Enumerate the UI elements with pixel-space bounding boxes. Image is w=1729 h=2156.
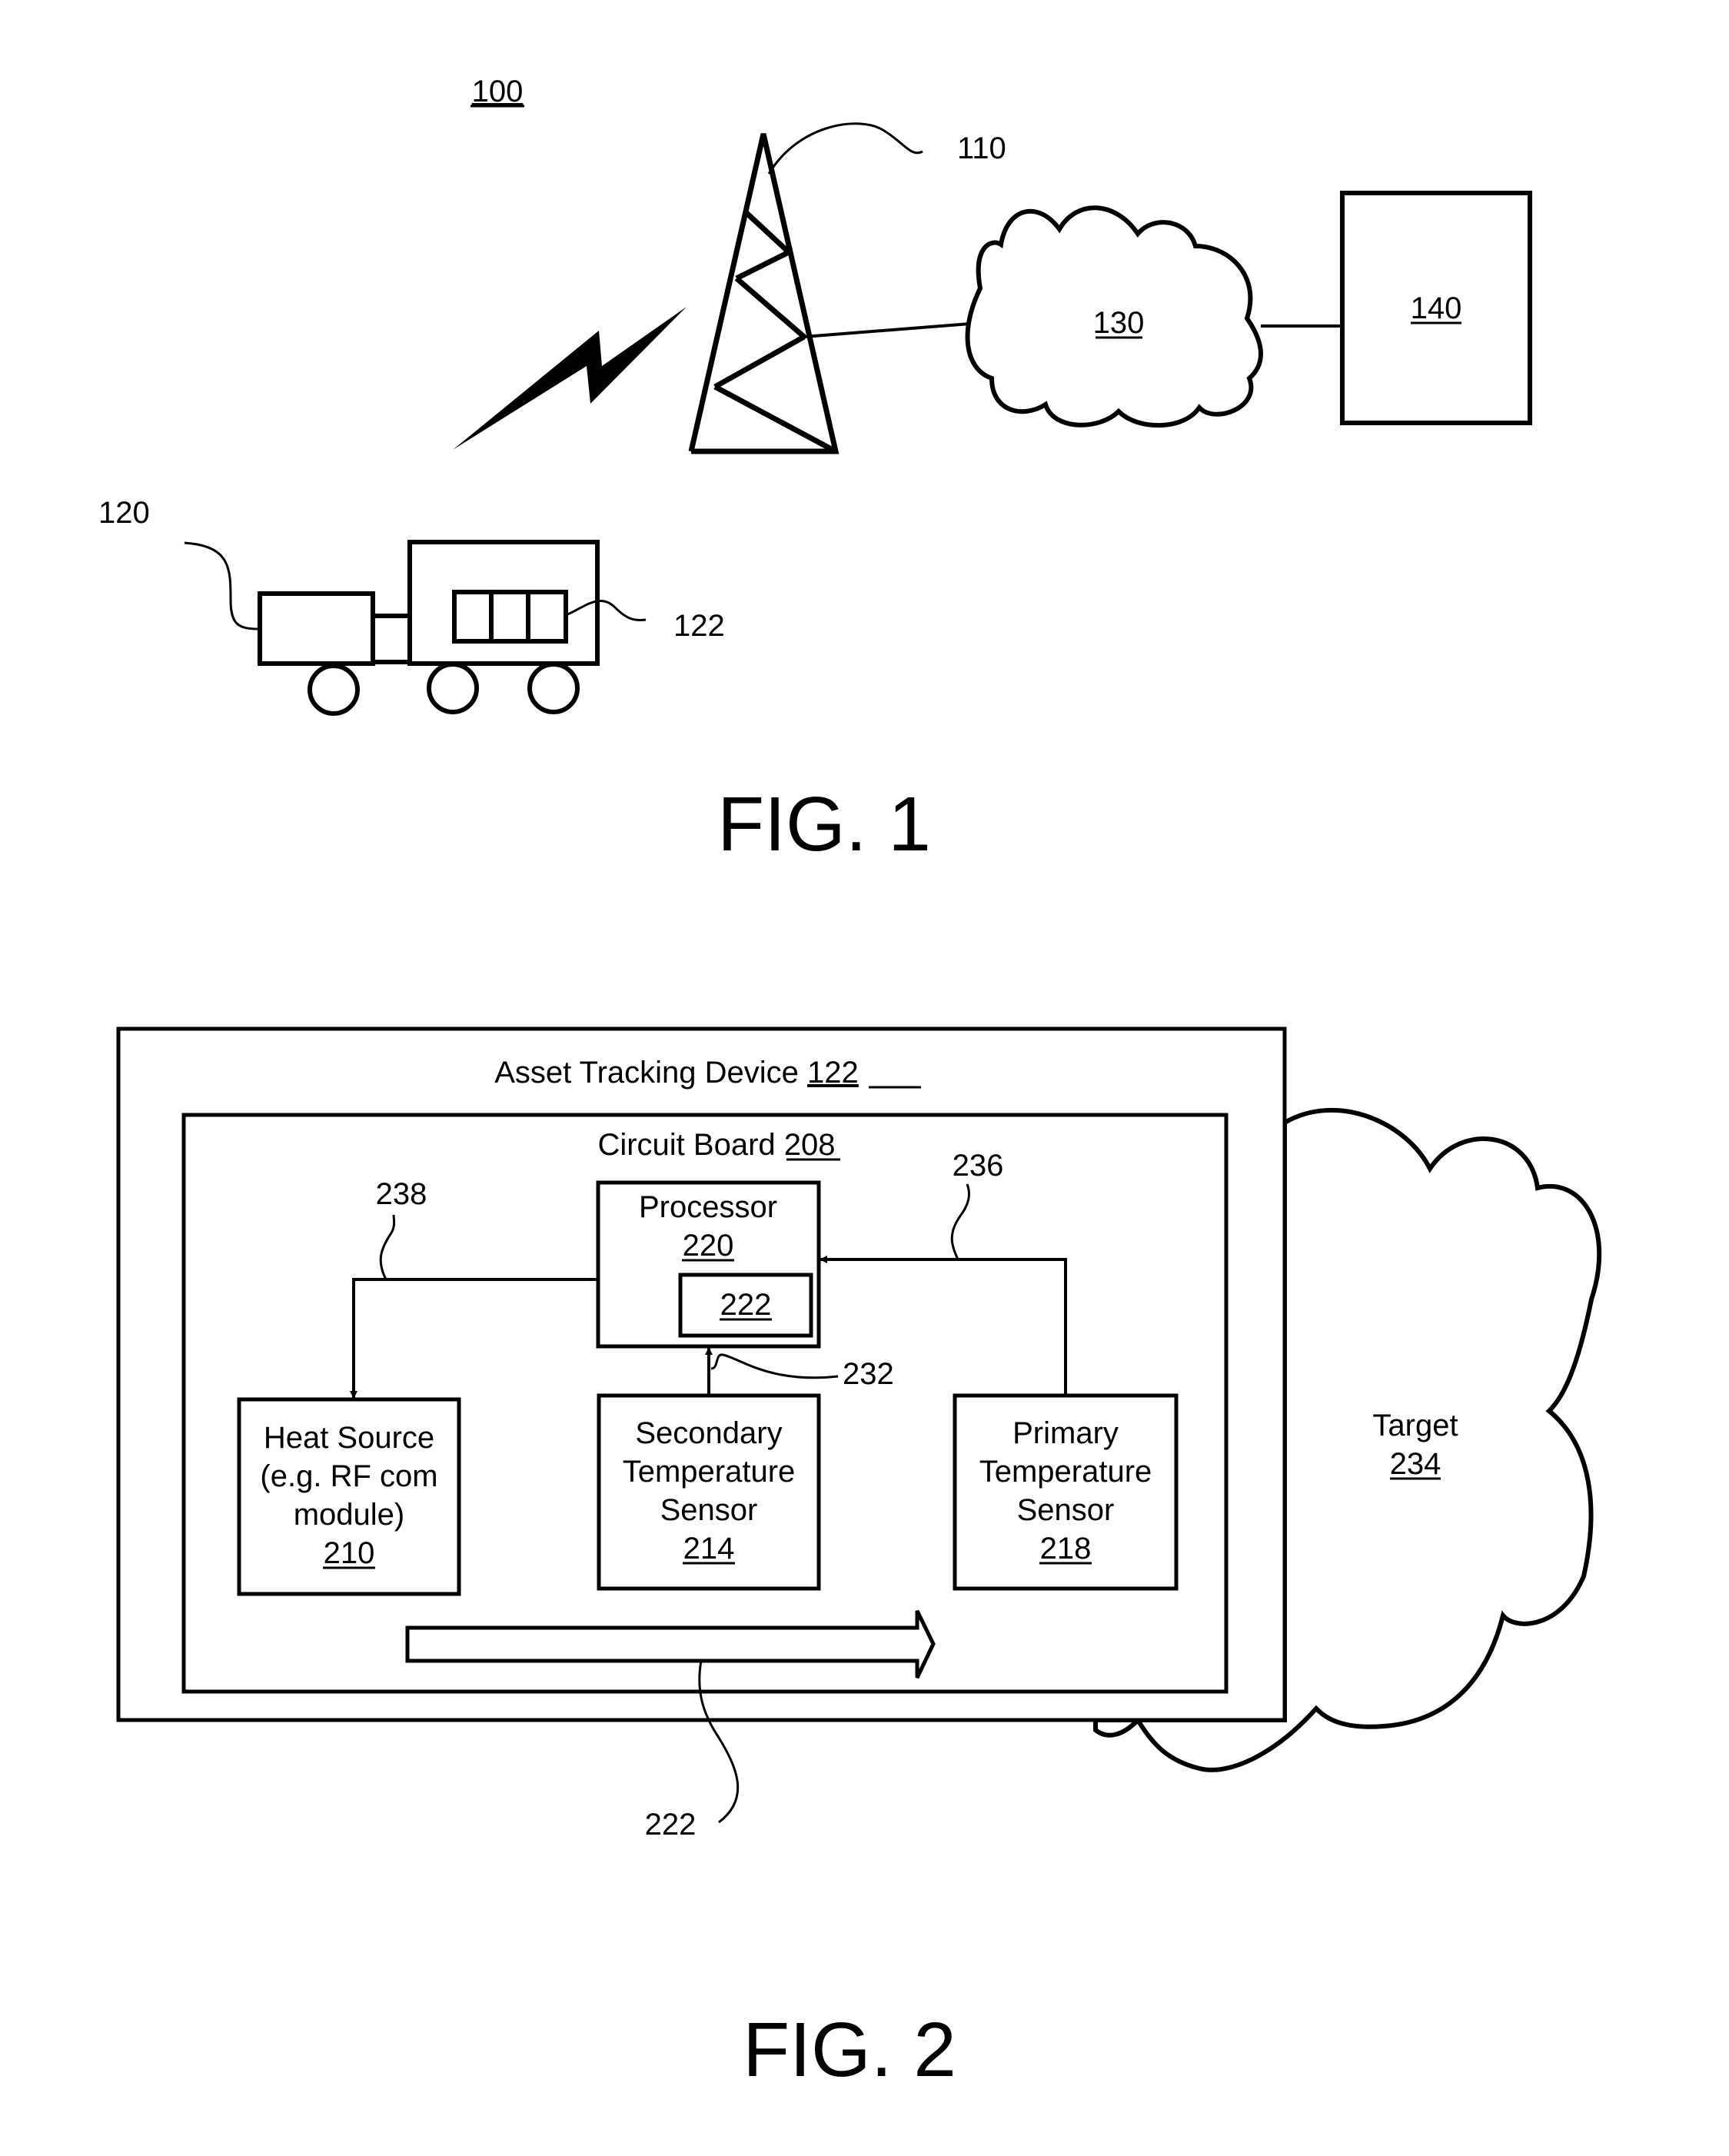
figure-2-caption: FIG. 2 bbox=[743, 2007, 956, 2093]
patent-drawing-sheet: 100 110 130 140 120 122 FIG. 1 Target 23… bbox=[98, 75, 1602, 2093]
heat-source-ref: 210 bbox=[324, 1536, 375, 1570]
figure-2: Target 234 Asset Tracking Device 122 Cir… bbox=[116, 1026, 1602, 2093]
secondary-sensor-line-2: Temperature bbox=[623, 1455, 796, 1489]
vehicle-cab bbox=[258, 591, 375, 666]
vehicle-wheel bbox=[527, 662, 580, 714]
vehicle-ref-label: 120 bbox=[98, 496, 150, 530]
server-ref-label: 140 bbox=[1411, 291, 1462, 325]
heat-source-line-2: (e.g. RF com bbox=[260, 1459, 437, 1493]
primary-path-ref: 236 bbox=[953, 1149, 1004, 1183]
secondary-path-ref: 232 bbox=[843, 1357, 894, 1391]
circuit-board-label: Circuit Board bbox=[597, 1128, 775, 1162]
processor-ref: 220 bbox=[683, 1229, 734, 1263]
figure-1: 100 110 130 140 120 122 FIG. 1 bbox=[98, 75, 1532, 867]
vehicle-wheel bbox=[308, 664, 360, 716]
vehicle-leader-line bbox=[184, 541, 259, 630]
device-ref: 122 bbox=[807, 1056, 859, 1090]
network-ref-label: 130 bbox=[1093, 306, 1145, 340]
primary-sensor-line-2: Temperature bbox=[979, 1455, 1152, 1489]
wireless-signal-icon bbox=[453, 307, 687, 450]
circuit-board-title: Circuit Board 208 bbox=[597, 1128, 835, 1162]
circuit-board-ref: 208 bbox=[784, 1128, 836, 1162]
target-label: Target bbox=[1372, 1409, 1458, 1442]
processor-memory-ref: 222 bbox=[720, 1288, 772, 1322]
secondary-sensor-line-1: Secondary bbox=[635, 1416, 782, 1450]
heat-flow-ref: 222 bbox=[645, 1808, 697, 1842]
heat-path-ref: 238 bbox=[376, 1177, 427, 1211]
heat-source-line-3: module) bbox=[294, 1498, 405, 1532]
system-ref-label: 100 bbox=[472, 75, 524, 108]
tower-leader-line bbox=[767, 122, 923, 175]
vehicle-cargo-body bbox=[407, 540, 600, 666]
tracking-device-module bbox=[452, 590, 568, 644]
primary-sensor-line-3: Sensor bbox=[1017, 1493, 1115, 1527]
target-ref-label: 234 bbox=[1390, 1447, 1441, 1481]
device-label: Asset Tracking Device bbox=[494, 1056, 799, 1090]
vehicle-icon bbox=[258, 540, 600, 716]
vehicle-wheel bbox=[427, 662, 479, 714]
tower-network-link bbox=[803, 322, 971, 338]
figure-1-caption: FIG. 1 bbox=[717, 781, 931, 867]
processor-label: Processor bbox=[639, 1190, 777, 1224]
asset-tracking-device-title: Asset Tracking Device 122 bbox=[494, 1056, 859, 1090]
secondary-sensor-ref: 214 bbox=[683, 1532, 735, 1565]
device-ref-label: 122 bbox=[673, 609, 725, 643]
cell-tower-icon bbox=[688, 133, 840, 454]
heat-source-line-1: Heat Source bbox=[264, 1421, 434, 1455]
device-leader-line bbox=[565, 599, 647, 622]
secondary-sensor-line-3: Sensor bbox=[660, 1493, 758, 1527]
primary-sensor-ref: 218 bbox=[1040, 1532, 1092, 1565]
tower-ref-label: 110 bbox=[957, 131, 1006, 165]
vehicle-coupling bbox=[371, 614, 412, 664]
primary-sensor-line-1: Primary bbox=[1012, 1416, 1119, 1450]
